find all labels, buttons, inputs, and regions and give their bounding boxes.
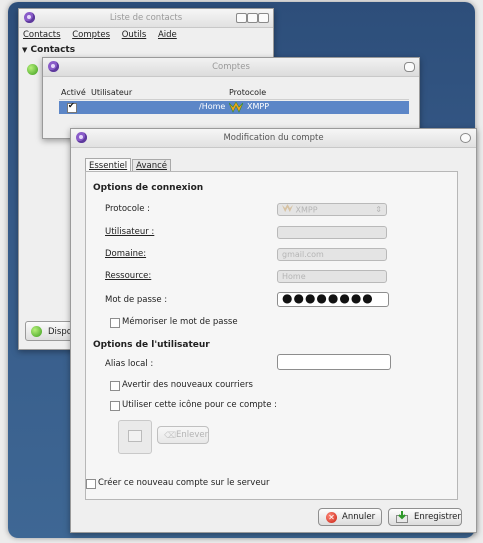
password-field[interactable]: ●●●●●●●●	[277, 292, 389, 307]
contacts-group-label: Contacts	[30, 45, 76, 55]
use-icon-checkbox[interactable]	[110, 401, 120, 411]
col-user[interactable]: Utilisateur	[91, 88, 132, 97]
image-placeholder-icon	[128, 430, 142, 442]
accounts-titlebar[interactable]: Comptes	[43, 58, 419, 77]
local-alias-label: Alias local :	[105, 359, 154, 369]
edit-account-dialog: Modification du compte Essentiel Avancé O…	[70, 128, 477, 533]
close-icon[interactable]	[404, 62, 415, 72]
menu-outils[interactable]: Outils	[122, 30, 147, 40]
use-icon-label: Utiliser cette icône pour ce compte :	[122, 400, 278, 410]
status-icon	[31, 326, 42, 337]
local-alias-field[interactable]	[277, 354, 391, 370]
accounts-window-title: Comptes	[212, 62, 250, 72]
cancel-button[interactable]: ✕ Annuler	[318, 508, 382, 526]
save-icon	[396, 511, 408, 523]
edit-account-title: Modification du compte	[223, 133, 324, 143]
accounts-table-header: Activé Utilisateur Protocole	[59, 88, 409, 100]
pidgin-icon	[24, 12, 35, 23]
close-icon[interactable]	[460, 133, 471, 143]
domain-label: Domaine:	[105, 249, 147, 259]
user-options-heading: Options de l'utilisateur	[93, 340, 210, 350]
resource-label: Ressource:	[105, 271, 152, 281]
maximize-icon[interactable]	[247, 13, 258, 23]
resource-field[interactable]: Home	[277, 270, 387, 283]
essentiel-panel: Options de connexion Protocole : XMPP ⇕ …	[85, 171, 458, 500]
spinner-icon: ⇕	[375, 205, 382, 214]
pidgin-icon	[76, 132, 87, 143]
new-mail-label: Avertir des nouveaux courriers	[122, 380, 253, 390]
remove-icon: ⌫	[164, 431, 177, 441]
contacts-window-title: Liste de contacts	[109, 13, 183, 23]
menubar: Contacts Comptes Outils Aide	[23, 30, 269, 44]
contacts-group[interactable]: ▼ Contacts	[22, 45, 75, 55]
account-icon-button[interactable]	[118, 420, 152, 454]
expander-down-icon[interactable]: ▼	[22, 46, 27, 54]
edit-account-titlebar[interactable]: Modification du compte	[71, 129, 476, 148]
new-mail-checkbox[interactable]	[110, 381, 120, 391]
user-field[interactable]	[277, 226, 387, 239]
checkmark-icon: ✔	[68, 101, 75, 110]
col-protocol[interactable]: Protocole	[229, 88, 266, 97]
minimize-icon[interactable]	[236, 13, 247, 23]
remember-password-checkbox[interactable]	[110, 318, 120, 328]
password-label: Mot de passe :	[105, 295, 168, 305]
cancel-icon: ✕	[326, 512, 337, 523]
account-user: /Home	[199, 102, 226, 111]
remove-icon-button[interactable]: ⌫ Enlever	[157, 426, 209, 444]
save-button[interactable]: Enregistrer	[388, 508, 462, 526]
contacts-titlebar[interactable]: Liste de contacts	[19, 9, 273, 28]
accounts-window: Comptes Activé Utilisateur Protocole ✔ /…	[42, 57, 420, 139]
domain-field[interactable]: gmail.com	[277, 248, 387, 261]
xmpp-icon	[228, 101, 244, 115]
col-active[interactable]: Activé	[61, 88, 86, 97]
account-protocol: XMPP	[247, 102, 270, 111]
enabled-checkbox[interactable]: ✔	[67, 101, 77, 113]
tab-bar: Essentiel Avancé	[85, 157, 172, 174]
menu-contacts[interactable]: Contacts	[23, 30, 61, 40]
user-label: Utilisateur :	[105, 227, 155, 237]
pidgin-icon	[48, 61, 59, 72]
menu-aide[interactable]: Aide	[158, 30, 177, 40]
table-row[interactable]: ✔ /Home XMPP	[59, 101, 409, 114]
xmpp-icon	[282, 204, 293, 215]
create-on-server-label: Créer ce nouveau compte sur le serveur	[98, 478, 270, 488]
protocol-select[interactable]: XMPP ⇕	[277, 203, 387, 216]
close-icon[interactable]	[258, 13, 269, 23]
protocol-label: Protocole :	[105, 204, 151, 214]
available-status-icon	[27, 64, 38, 75]
connection-options-heading: Options de connexion	[93, 183, 204, 193]
remember-password-label: Mémoriser le mot de passe	[122, 317, 238, 327]
menu-comptes[interactable]: Comptes	[72, 30, 110, 40]
create-on-server-checkbox[interactable]	[86, 479, 96, 489]
